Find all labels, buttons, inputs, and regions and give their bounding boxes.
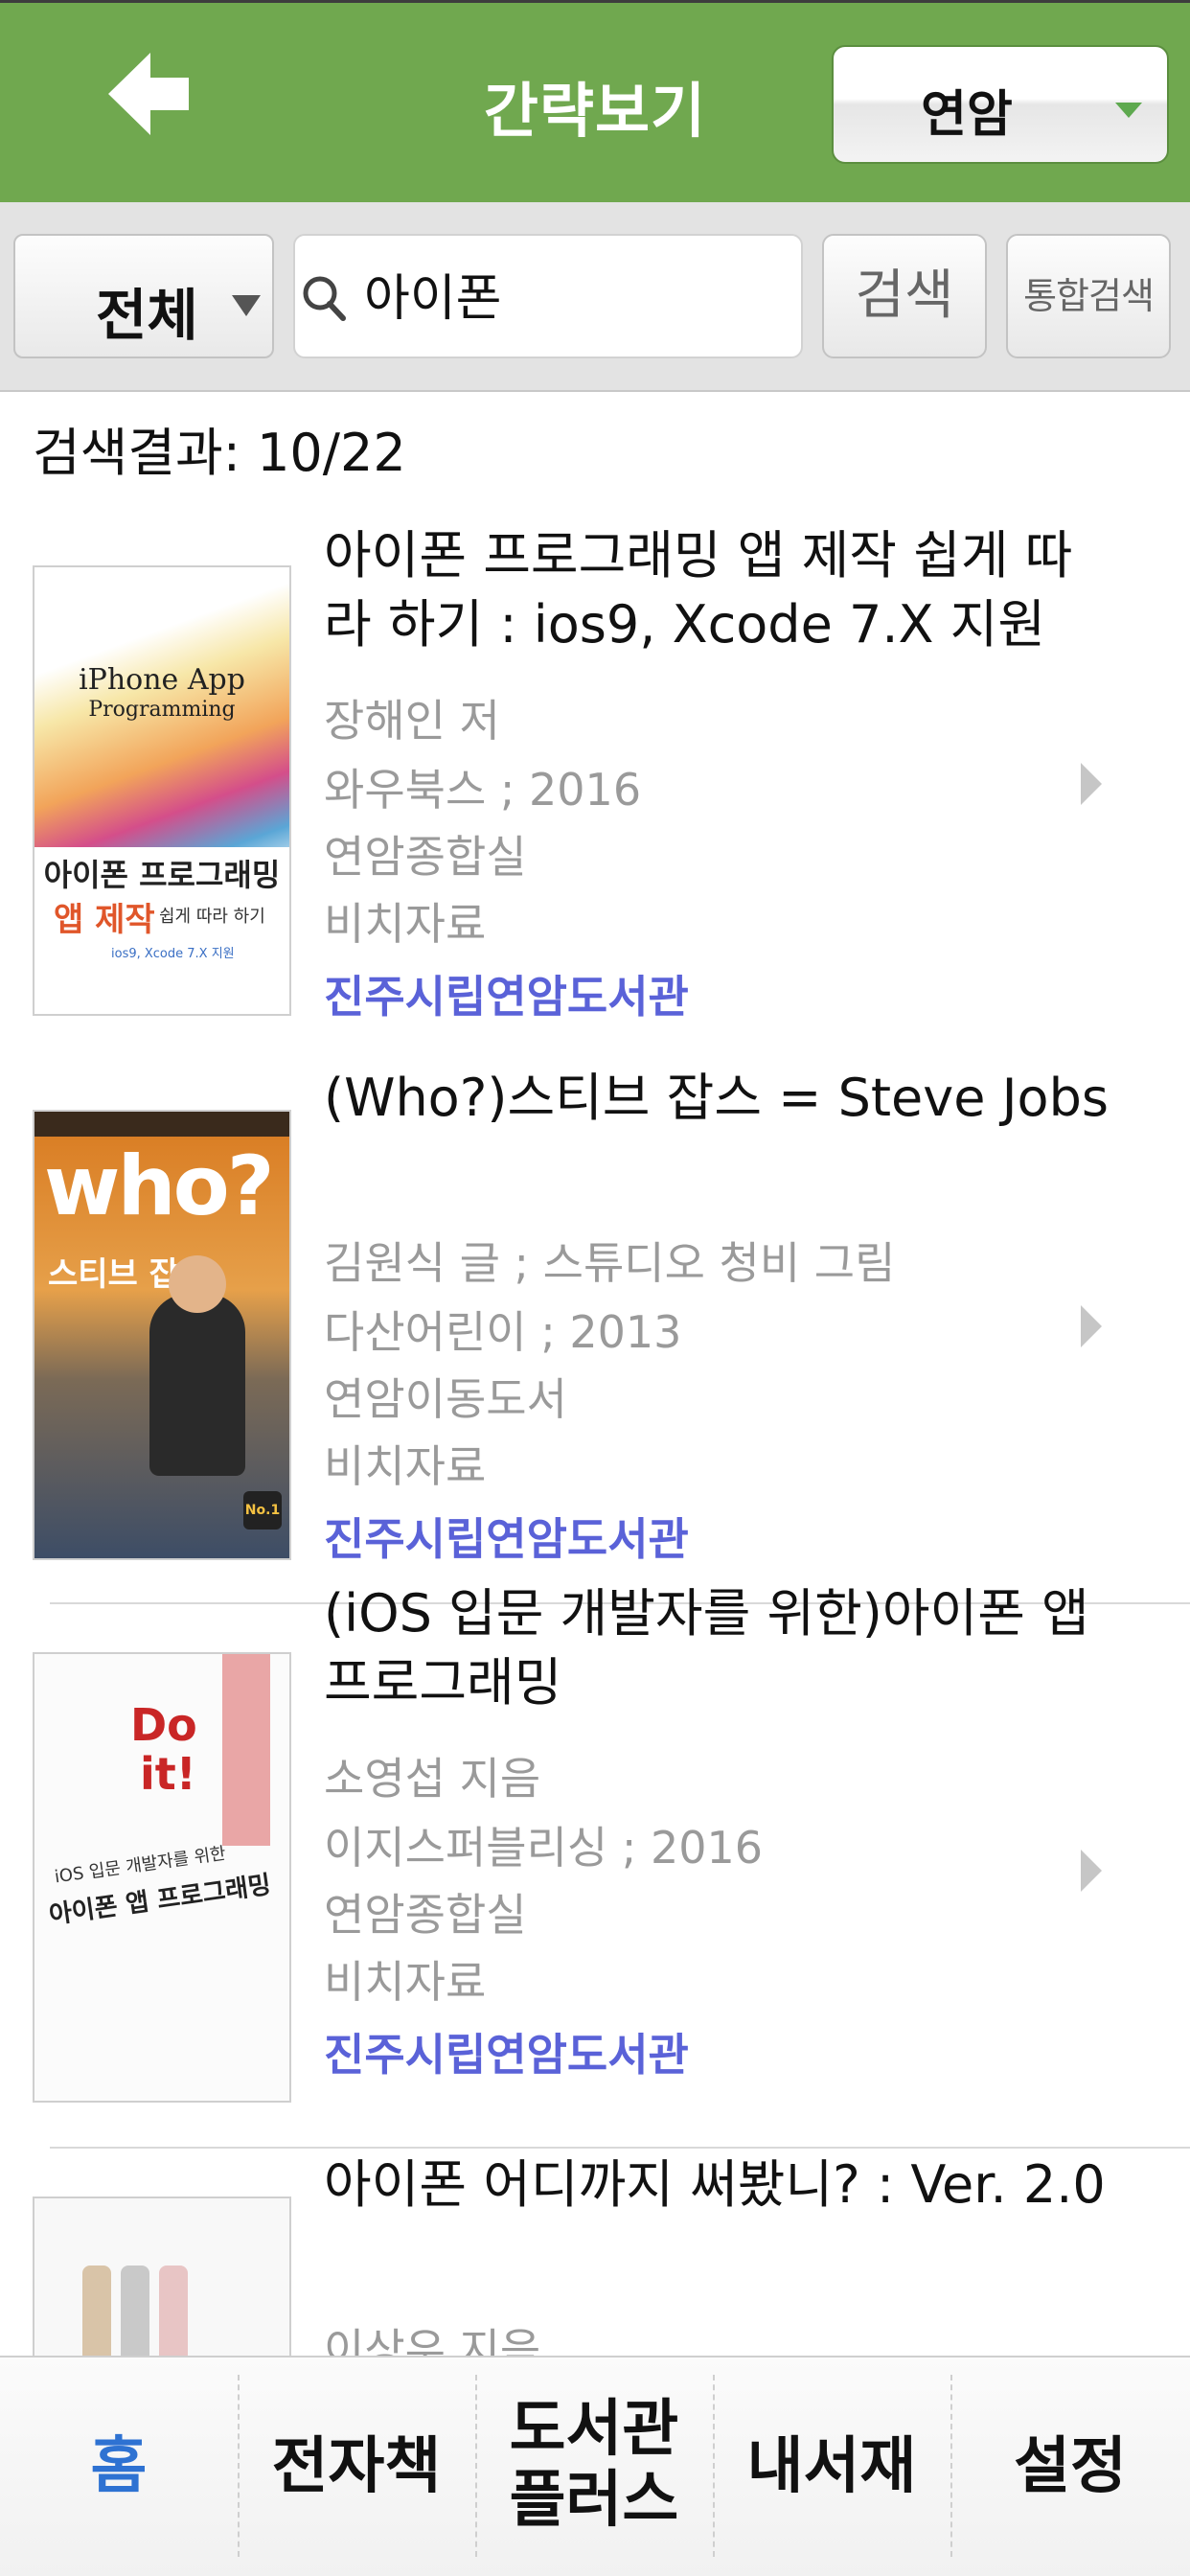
chevron-right-icon[interactable] xyxy=(1081,1305,1102,1347)
cover-text: 앱 제작 xyxy=(54,901,155,939)
cover-text: 아이폰 프로그래밍 xyxy=(43,857,281,893)
divider xyxy=(50,2147,1190,2149)
tab-label-line: 도서관 xyxy=(509,2394,679,2465)
chevron-right-icon[interactable] xyxy=(1081,1850,1102,1892)
cover-text: who? xyxy=(44,1138,275,1234)
book-location: 연암종합실 xyxy=(324,1889,527,1941)
book-author: 김원식 글 ; 스튜디오 청비 그림 xyxy=(324,1237,896,1289)
cover-band xyxy=(34,1112,289,1137)
tab-my-library[interactable]: 내서재 xyxy=(713,2358,950,2576)
search-bar: 전체 검색 통합검색 xyxy=(0,202,1190,392)
book-status: 비치자료 xyxy=(324,1440,487,1492)
result-list: iPhone App Programming 아이폰 프로그래밍 앱 제작 쉽게… xyxy=(0,498,1190,2356)
book-publisher: 와우북스 ; 2016 xyxy=(324,764,642,816)
book-publisher: 다산어린이 ; 2013 xyxy=(324,1306,682,1358)
cover-phone xyxy=(121,2266,149,2356)
tab-settings[interactable]: 설정 xyxy=(950,2358,1190,2576)
book-title[interactable]: 아이폰 프로그래밍 앱 제작 쉽게 따라 하기 : ios9, Xcode 7.… xyxy=(324,521,1119,659)
book-location: 연암이동도서 xyxy=(324,1373,567,1425)
search-input[interactable] xyxy=(364,264,786,322)
library-select[interactable]: 연암 xyxy=(832,45,1169,164)
cover-text: Do xyxy=(130,1699,197,1751)
book-status: 비치자료 xyxy=(324,1956,487,2008)
book-author: 장해인 저 xyxy=(324,695,500,747)
tab-bar: 홈 전자책 도서관 플러스 내서재 설정 xyxy=(0,2356,1190,2576)
book-cover: Do it! iOS 입문 개발자를 위한 아이폰 앱 프로그래밍 xyxy=(33,1652,291,2103)
tab-library-plus[interactable]: 도서관 플러스 xyxy=(475,2358,713,2576)
search-button[interactable]: 검색 xyxy=(822,234,987,358)
tab-ebook[interactable]: 전자책 xyxy=(238,2358,475,2576)
tab-label-line: 플러스 xyxy=(509,2465,679,2536)
book-title[interactable]: (Who?)스티브 잡스 = Steve Jobs xyxy=(324,1064,1119,1133)
cover-text: Programming xyxy=(88,698,236,722)
book-cover xyxy=(33,2196,291,2356)
book-author: 이상우 지음 xyxy=(324,2324,541,2356)
app-header: 간략보기 연암 xyxy=(0,0,1190,202)
chevron-down-icon xyxy=(232,295,261,316)
tab-home[interactable]: 홈 xyxy=(0,2358,238,2576)
cover-figure-head xyxy=(169,1255,226,1313)
cover-text: ios9, Xcode 7.X 지원 xyxy=(111,947,235,961)
book-library[interactable]: 진주시립연암도서관 xyxy=(324,1505,689,1568)
book-title[interactable]: (iOS 입문 개발자를 위한)아이폰 앱 프로그래밍 xyxy=(324,1579,1119,1717)
library-select-value: 연암 xyxy=(921,86,1013,144)
cover-text: iPhone App xyxy=(79,663,245,697)
cover-phone xyxy=(159,2266,188,2356)
book-library[interactable]: 진주시립연암도서관 xyxy=(324,962,689,1025)
chevron-right-icon[interactable] xyxy=(1081,763,1102,805)
cover-text: 쉽게 따라 하기 xyxy=(159,907,265,927)
search-scope-value: 전체 xyxy=(96,283,198,348)
book-publisher: 이지스퍼블리싱 ; 2016 xyxy=(324,1822,764,1874)
cover-band xyxy=(222,1654,270,1846)
cover-badge: No.1 xyxy=(243,1491,282,1530)
book-title[interactable]: 아이폰 어디까지 써봤니? : Ver. 2.0 xyxy=(324,2150,1119,2220)
search-input-box[interactable] xyxy=(293,234,803,358)
chevron-down-icon xyxy=(1115,103,1142,118)
book-status: 비치자료 xyxy=(324,898,487,950)
cover-phone xyxy=(82,2266,111,2356)
cover-figure xyxy=(149,1294,245,1476)
book-cover: who? 스티브 잡스 No.1 xyxy=(33,1110,291,1560)
result-count: 검색결과: 10/22 xyxy=(33,423,406,483)
book-library[interactable]: 진주시립연암도서관 xyxy=(324,2020,689,2083)
search-scope-select[interactable]: 전체 xyxy=(13,234,274,358)
book-author: 소영섭 지음 xyxy=(324,1753,541,1805)
total-search-button[interactable]: 통합검색 xyxy=(1006,234,1171,358)
book-location: 연암종합실 xyxy=(324,831,527,883)
cover-text: it! xyxy=(140,1748,196,1800)
search-icon xyxy=(303,276,346,321)
book-cover: iPhone App Programming 아이폰 프로그래밍 앱 제작 쉽게… xyxy=(33,565,291,1016)
